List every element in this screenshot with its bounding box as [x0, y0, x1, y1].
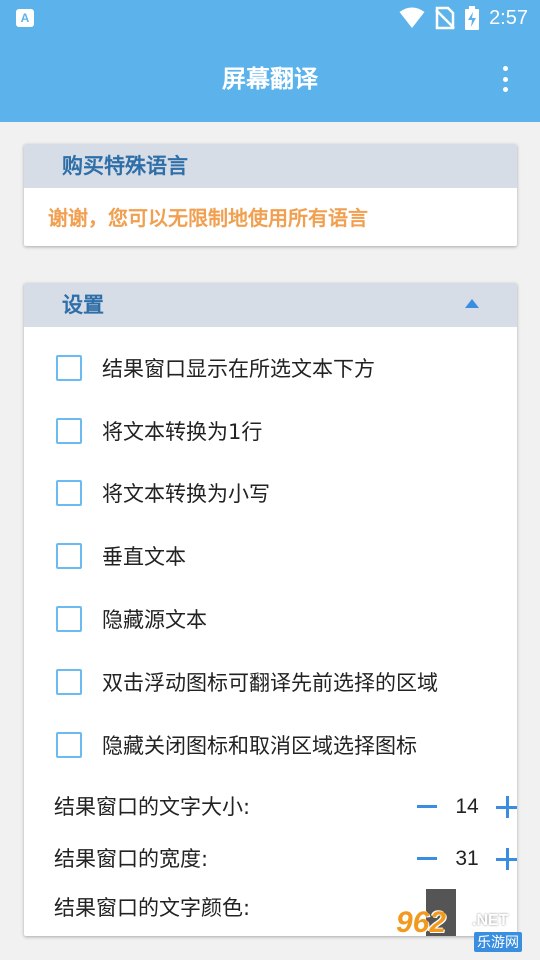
- app-bar: 屏幕翻译: [0, 36, 540, 122]
- wifi-icon: [399, 7, 425, 28]
- settings-card-header[interactable]: 设置: [24, 283, 517, 327]
- text-color-label: 结果窗口的文字颜色:: [54, 896, 251, 920]
- purchase-message: 谢谢，您可以无限制地使用所有语言: [48, 206, 368, 230]
- option-lowercase[interactable]: 将文本转换为小写: [56, 473, 270, 513]
- settings-card: 设置 结果窗口显示在所选文本下方 将文本转换为1行 将文本转换为小写 垂直文本 …: [24, 283, 517, 936]
- purchase-card: 购买特殊语言 谢谢，您可以无限制地使用所有语言: [24, 144, 517, 246]
- plus-icon[interactable]: [496, 848, 517, 870]
- checkbox[interactable]: [56, 543, 82, 569]
- width-stepper: 结果窗口的宽度: 31: [54, 839, 517, 879]
- watermark-suffix: .NET: [472, 912, 509, 929]
- option-label: 将文本转换为1行: [102, 420, 263, 444]
- option-label: 隐藏源文本: [102, 608, 207, 632]
- option-show-below[interactable]: 结果窗口显示在所选文本下方: [56, 348, 375, 388]
- option-one-line[interactable]: 将文本转换为1行: [56, 411, 262, 451]
- chevron-up-icon[interactable]: [465, 299, 479, 308]
- plus-icon[interactable]: [496, 796, 517, 818]
- more-dot: [502, 87, 508, 92]
- minus-icon[interactable]: [417, 805, 437, 808]
- checkbox[interactable]: [56, 418, 82, 444]
- site-watermark: 962 .NET 乐游网: [396, 904, 534, 956]
- no-sim-icon: [435, 6, 455, 30]
- font-size-value: 14: [455, 795, 479, 818]
- status-time: 2:57: [489, 6, 528, 29]
- app-notification-icon: A: [16, 9, 34, 27]
- minus-icon[interactable]: [417, 857, 437, 860]
- page-title: 屏幕翻译: [222, 65, 318, 93]
- more-vert-icon[interactable]: [490, 62, 520, 96]
- checkbox[interactable]: [56, 732, 82, 758]
- width-label: 结果窗口的宽度:: [54, 847, 209, 871]
- settings-card-title: 设置: [62, 293, 104, 317]
- purchase-card-header[interactable]: 购买特殊语言: [24, 144, 517, 188]
- more-dot: [502, 76, 508, 82]
- option-label: 垂直文本: [102, 545, 186, 569]
- option-label: 将文本转换为小写: [102, 482, 270, 506]
- option-hide-icons[interactable]: 隐藏关闭图标和取消区域选择图标: [56, 725, 417, 765]
- font-size-label: 结果窗口的文字大小:: [54, 795, 251, 819]
- checkbox[interactable]: [56, 355, 82, 381]
- font-size-stepper: 结果窗口的文字大小: 14: [54, 787, 517, 827]
- checkbox[interactable]: [56, 669, 82, 695]
- watermark-subtitle: 乐游网: [474, 932, 522, 952]
- option-label: 隐藏关闭图标和取消区域选择图标: [102, 734, 417, 758]
- option-double-tap[interactable]: 双击浮动图标可翻译先前选择的区域: [56, 662, 438, 702]
- option-vertical-text[interactable]: 垂直文本: [56, 536, 186, 576]
- width-value: 31: [455, 847, 479, 870]
- checkbox[interactable]: [56, 480, 82, 506]
- status-bar: A 2:57: [0, 0, 540, 36]
- more-dot: [502, 66, 508, 71]
- option-label: 结果窗口显示在所选文本下方: [102, 357, 375, 381]
- checkbox[interactable]: [56, 606, 82, 632]
- battery-charging-icon: [465, 6, 480, 30]
- option-label: 双击浮动图标可翻译先前选择的区域: [102, 671, 438, 695]
- status-icons: 2:57: [399, 0, 528, 36]
- watermark-number: 962: [396, 906, 447, 939]
- option-hide-source[interactable]: 隐藏源文本: [56, 599, 207, 639]
- purchase-card-title: 购买特殊语言: [62, 154, 188, 178]
